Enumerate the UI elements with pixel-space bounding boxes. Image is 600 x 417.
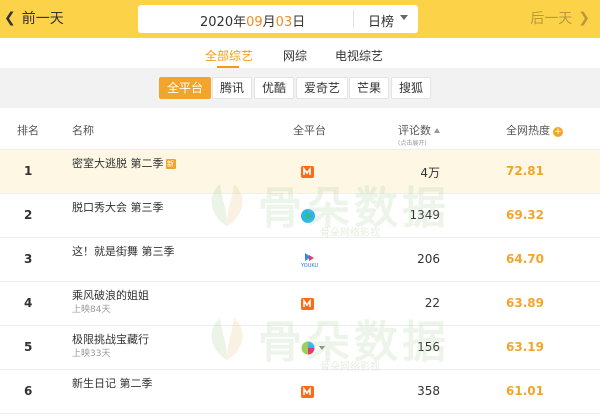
row-comments: 206: [417, 252, 440, 266]
table-row[interactable]: 6 新生日记 第二季 358 61.01: [0, 370, 600, 414]
row-heat: 72.81: [506, 164, 544, 178]
row-title-text: 乘风破浪的姐姐: [72, 289, 149, 302]
new-badge: 新: [165, 159, 176, 169]
tab-tv-variety[interactable]: 电视综艺: [335, 47, 383, 64]
chevron-right-icon: ❯: [578, 10, 590, 26]
platform-filter-bar: 全平台 腾讯 优酷 爱奇艺 芒果 搜狐: [0, 68, 600, 108]
date-year: 2020: [200, 15, 234, 30]
mango-tv-icon: [300, 296, 320, 312]
row-title[interactable]: 极限挑战宝藏行 上映33天: [72, 332, 192, 361]
platform-filter-sohu[interactable]: 搜狐: [391, 77, 432, 99]
platform-filter-all[interactable]: 全平台: [159, 77, 212, 99]
header-comments-label: 评论数: [398, 124, 431, 137]
table-row[interactable]: 4 乘风破浪的姐姐 上映84天 22 63.89: [0, 282, 600, 326]
header-rank: 排名: [17, 124, 39, 137]
prev-day-label: 前一天: [21, 11, 64, 27]
date-day-unit: 日: [292, 15, 306, 30]
tencent-video-icon: [300, 208, 320, 224]
row-comments: 1349: [409, 208, 440, 222]
date-month-unit: 月: [262, 15, 276, 30]
header-comments-hint[interactable]: (点击展开): [398, 138, 427, 147]
multi-platform-icon[interactable]: [300, 340, 330, 356]
row-title-text: 脱口秀大会 第三季: [72, 201, 164, 214]
row-rank: 6: [24, 384, 33, 398]
table-row[interactable]: 5 极限挑战宝藏行 上映33天 156 63.19: [0, 326, 600, 370]
date-year-unit: 年: [233, 15, 247, 30]
platform-filter-iqiyi[interactable]: 爱奇艺: [296, 77, 349, 99]
next-day-label: 后一天: [530, 11, 573, 27]
tab-all-variety[interactable]: 全部综艺: [205, 47, 253, 64]
row-rank: 2: [24, 208, 33, 222]
row-heat: 64.70: [506, 252, 544, 266]
header-comments[interactable]: 评论数: [398, 122, 440, 138]
row-title[interactable]: 新生日记 第二季: [72, 376, 192, 391]
row-title-text: 新生日记 第二季: [72, 377, 153, 390]
info-plus-icon[interactable]: +: [553, 127, 563, 137]
category-tabs: 全部综艺 网综 电视综艺: [0, 44, 600, 68]
row-rank: 5: [24, 340, 33, 354]
row-comments: 22: [424, 296, 440, 310]
table-header: 排名 名称 全平台 评论数 (点击展开) 全网热度 +: [0, 110, 600, 150]
date-day: 03: [275, 15, 293, 30]
caret-down-icon[interactable]: [400, 15, 408, 20]
mango-tv-icon: [300, 384, 320, 400]
prev-day-button[interactable]: ❮ 前一天: [4, 8, 64, 28]
row-title-text: 极限挑战宝藏行: [72, 333, 149, 346]
row-heat: 61.01: [506, 384, 544, 398]
row-title-text: 这！就是街舞 第三季: [72, 245, 175, 258]
row-comments: 4万: [420, 166, 440, 180]
youku-icon: YOUKU: [300, 252, 320, 269]
header-heat-label: 全网热度: [506, 124, 550, 137]
platform-filter-youku[interactable]: 优酷: [254, 77, 295, 99]
header-name: 名称: [72, 124, 94, 137]
row-title[interactable]: 脱口秀大会 第三季: [72, 200, 192, 215]
table-row[interactable]: 2 脱口秀大会 第三季 1349 69.32: [0, 194, 600, 238]
top-bar: ❮ 前一天 2020年09月03日 日榜 后一天 ❯: [0, 0, 600, 38]
header-platform: 全平台: [293, 124, 326, 137]
mango-tv-icon: [300, 164, 320, 180]
date-month: 09: [246, 15, 263, 30]
row-heat: 63.89: [506, 296, 544, 310]
row-release-days: 上映84天: [72, 305, 111, 315]
table-row[interactable]: 1 密室大逃脱 第二季新 4万 72.81: [0, 150, 600, 194]
sort-up-icon: [434, 128, 440, 133]
date-display[interactable]: 2020年09月03日: [200, 11, 305, 30]
row-heat: 69.32: [506, 208, 544, 222]
svg-text:YOUKU: YOUKU: [300, 263, 318, 268]
row-title[interactable]: 乘风破浪的姐姐 上映84天: [72, 288, 192, 317]
row-release-days: 上映33天: [72, 349, 111, 359]
row-title[interactable]: 这！就是街舞 第三季: [72, 244, 192, 259]
table-row[interactable]: 3 这！就是街舞 第三季 YOUKU 206 64.70: [0, 238, 600, 282]
row-heat: 63.19: [506, 340, 544, 354]
header-heat: 全网热度 +: [506, 122, 563, 138]
row-title[interactable]: 密室大逃脱 第二季新: [72, 156, 192, 171]
platform-filter-mango[interactable]: 芒果: [349, 77, 390, 99]
date-selector[interactable]: 2020年09月03日 日榜: [138, 5, 418, 33]
chevron-left-icon: ❮: [4, 10, 16, 26]
row-comments: 358: [417, 384, 440, 398]
row-rank: 1: [24, 164, 33, 178]
tab-web-variety[interactable]: 网综: [283, 47, 307, 64]
row-rank: 4: [24, 296, 33, 310]
row-rank: 3: [24, 252, 33, 266]
row-title-text: 密室大逃脱 第二季: [72, 157, 164, 170]
next-day-button[interactable]: 后一天 ❯: [530, 8, 590, 28]
row-comments: 156: [417, 340, 440, 354]
date-divider: [353, 10, 354, 28]
platform-filter-tencent[interactable]: 腾讯: [212, 77, 253, 99]
rank-type-select[interactable]: 日榜: [368, 11, 394, 30]
